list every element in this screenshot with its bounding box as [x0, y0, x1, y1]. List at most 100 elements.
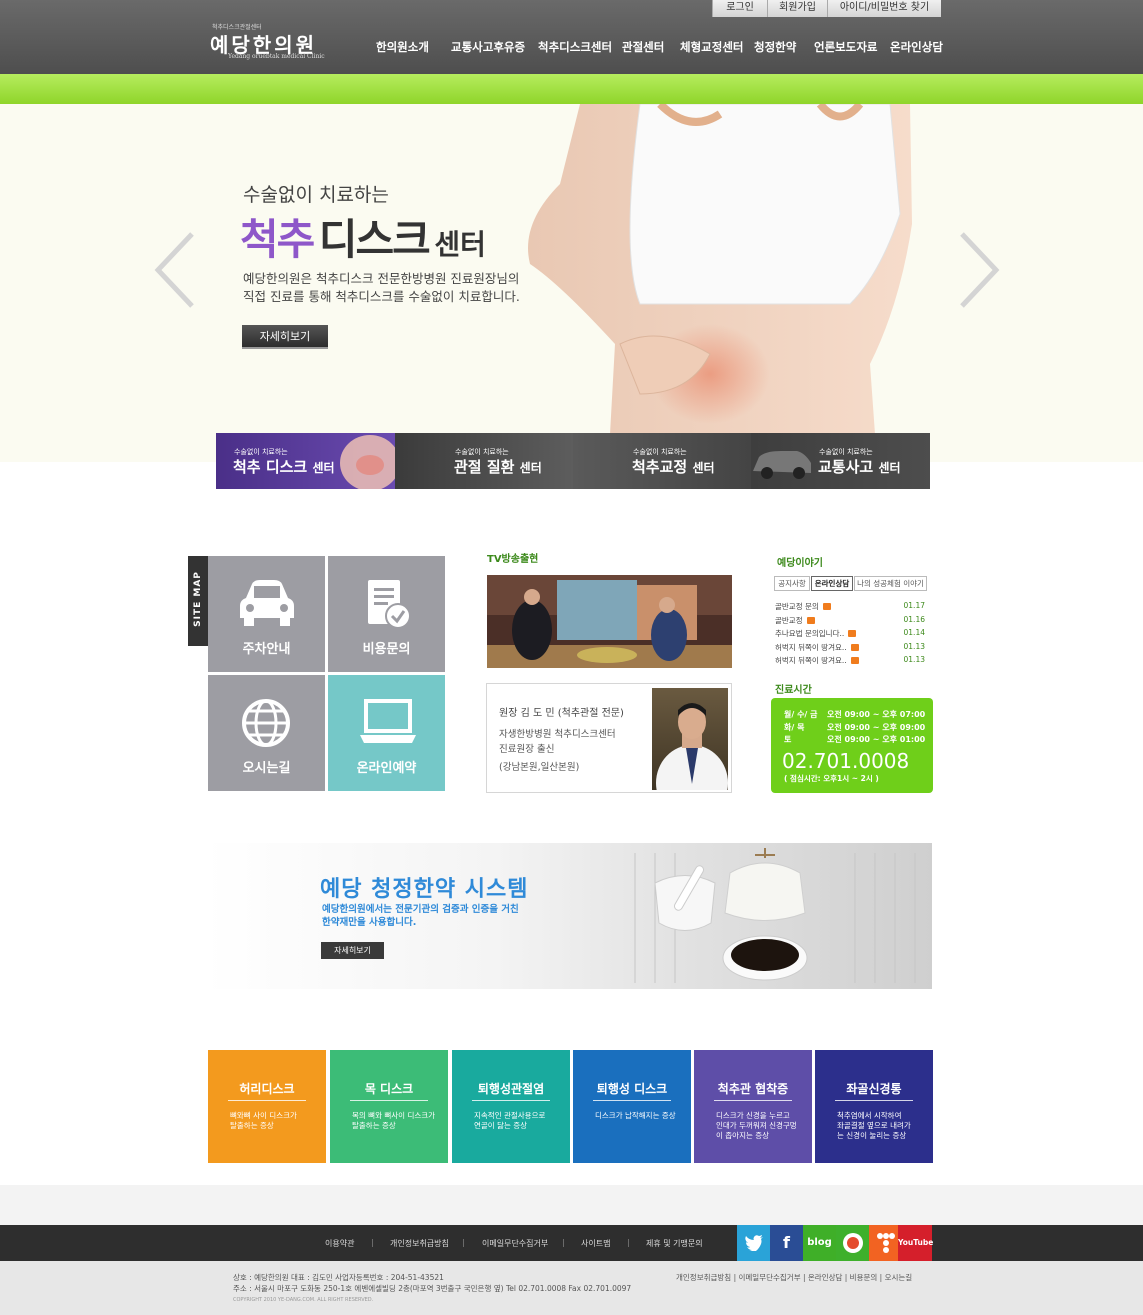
tab-notice[interactable]: 공지사항	[774, 576, 810, 591]
center-tab-traffic[interactable]: 수술없이 치료하는 교통사고 센터	[751, 433, 930, 489]
disease-degenerative-disc[interactable]: 퇴행성 디스크 디스크가 납작해지는 증상	[573, 1050, 691, 1163]
center-tab-title-text: 척추 디스크	[233, 458, 308, 476]
footer-link-sitemap[interactable]: 사이트맵	[581, 1238, 610, 1249]
office-hours-box: 월/ 수/ 금 오전 09:00 ~ 오후 07:00 화/ 목 오전 09:00 …	[771, 698, 933, 793]
list-item[interactable]: 골반교정 문의 01.17	[775, 600, 925, 614]
hours-time: 오전 09:00 ~ 오후 07:00	[827, 710, 926, 719]
disease-title: 척추관 협착증	[717, 1082, 789, 1096]
model-back-image	[528, 104, 912, 462]
hours-day: 토	[784, 735, 792, 744]
center-tab-title: 척추 디스크 센터	[233, 456, 335, 477]
login-link[interactable]: 로그인	[712, 0, 767, 17]
tile-cost[interactable]: 비용문의	[328, 556, 445, 672]
copyright: COPYRIGHT 2010 YE-DANG.COM. ALL RIGHT RE…	[233, 1297, 374, 1303]
disease-arthritis[interactable]: 퇴행성관절염 지속적인 관절사용으로 연골이 닳는 증상	[452, 1050, 570, 1163]
nav-item-joint[interactable]: 관절센터	[622, 39, 664, 55]
footer-link-privacy[interactable]: 개인정보취급방침	[390, 1238, 449, 1249]
utility-menu: 로그인 회원가입 아이디/비밀번호 찾기	[712, 0, 941, 17]
hero-desc-line-2: 직접 진료를 통해 척추디스크를 수술없이 치료합니다.	[243, 289, 520, 304]
center-tab-suffix: 센터	[692, 461, 715, 475]
disease-sciatica[interactable]: 좌골신경통 척추염에서 시작하여 좌골결절 옆으로 내려가 는 신경이 눌리는 증…	[815, 1050, 933, 1163]
herbal-title: 예당 청정한약 시스템	[320, 877, 529, 902]
list-item[interactable]: 허벅지 뒤쪽이 땅겨요.. 01.13	[775, 641, 925, 655]
company-info: 상호 : 예당한의원 대표 : 김도민 사업자등록번호 : 204-51-435…	[233, 1273, 444, 1282]
youtube-icon[interactable]: YouTube	[898, 1225, 933, 1261]
tile-label: 비용문의	[362, 642, 411, 657]
center-tab-spine[interactable]: 수술없이 치료하는 척추 디스크 센터	[216, 433, 395, 489]
nav-item-posture[interactable]: 체형교정센터	[680, 39, 743, 55]
nav-item-consult[interactable]: 온라인상담	[890, 39, 943, 55]
nav-item-herbal[interactable]: 청정한약	[754, 39, 796, 55]
nav-item-intro[interactable]: 한의원소개	[376, 39, 429, 55]
doctor-career-line-2: 진료원장 출신	[499, 744, 555, 755]
nav-item-spine[interactable]: 척추디스크센터	[538, 39, 612, 55]
nav-item-traffic[interactable]: 교통사고후유증	[451, 39, 525, 55]
disease-title: 좌골신경통	[846, 1082, 902, 1096]
story-section-title: 예당이야기	[777, 558, 823, 569]
tile-label: 주차안내	[242, 642, 291, 657]
phone-number[interactable]: 02.701.0008	[782, 749, 909, 773]
tile-reservation[interactable]: 온라인예약	[328, 675, 445, 791]
footer-bar	[0, 1225, 1143, 1261]
doctor-branch: (강남본원,일산본원)	[499, 762, 580, 773]
center-tab-title-text: 관절 질환	[454, 458, 515, 476]
header: 척추디스크관절센터 예당한의원 Yedang oruebtak medical …	[0, 0, 1143, 74]
list-item-title: 허벅지 뒤쪽이 땅겨요..	[775, 642, 847, 652]
tab-success-story[interactable]: 나의 성공체험 이야기	[854, 576, 927, 591]
reply-badge-icon	[848, 630, 857, 637]
next-arrow-icon[interactable]	[956, 230, 1002, 310]
globe-icon	[242, 699, 290, 747]
hero-desc-line-1: 예당한의원은 척추디스크 전문한방병원 진료원장님의	[243, 271, 520, 286]
yozm-logo-icon	[876, 1233, 895, 1253]
tv-appearance-image[interactable]	[487, 575, 732, 668]
center-tab-suffix: 센터	[312, 461, 335, 475]
twitter-icon[interactable]	[737, 1225, 770, 1261]
disease-desc: 뼈와뼈 사이 디스크가 탈출하는 증상	[230, 1111, 297, 1130]
me2day-icon[interactable]	[836, 1225, 869, 1261]
tile-label: 온라인예약	[356, 761, 417, 776]
list-item[interactable]: 허벅지 뒤쪽이 땅겨요.. 01.13	[775, 654, 925, 668]
disease-lumbar-disc[interactable]: 허리디스크 뼈와뼈 사이 디스크가 탈출하는 증상	[208, 1050, 326, 1163]
disease-neck-disc[interactable]: 목 디스크 목의 뼈와 뼈사이 디스크가 탈출하는 증상	[330, 1050, 448, 1163]
facebook-icon[interactable]: f	[770, 1225, 803, 1261]
car-icon	[240, 580, 294, 626]
center-tabs: 수술없이 치료하는 척추 디스크 센터 수술없이 치료하는 관절 질환 센터 수…	[216, 433, 930, 489]
list-item-date: 01.14	[903, 628, 925, 637]
tv-scene-image	[487, 575, 732, 668]
center-tab-joint[interactable]: 수술없이 치료하는 관절 질환 센터	[395, 433, 573, 489]
footer-link-email[interactable]: 이메일무단수집거부	[482, 1238, 548, 1249]
divider	[593, 1100, 671, 1101]
sitemap-tag-label: SITE MAP	[193, 571, 203, 627]
center-tab-posture[interactable]: 수술없이 치료하는 척추교정 센터	[573, 433, 751, 489]
logo-english: Yedang oruebtak medical Clinic	[228, 53, 325, 60]
reply-badge-icon	[822, 603, 831, 610]
herbal-bowls-image	[634, 848, 916, 983]
center-tab-title-text: 척추교정	[632, 458, 688, 476]
footer-right-links[interactable]: 개인정보취급방침 | 이메일무단수집거부 | 온라인상담 | 비용문의 | 오시…	[676, 1272, 912, 1283]
footer-link-partner[interactable]: 제휴 및 기맹문의	[646, 1238, 703, 1249]
sitemap-tag[interactable]: SITE MAP	[188, 556, 208, 646]
footer-link-terms[interactable]: 이용약관	[325, 1238, 354, 1249]
list-item[interactable]: 추나요법 문의입니다.. 01.14	[775, 627, 925, 641]
tile-directions[interactable]: 오시는길	[208, 675, 325, 791]
center-tab-title: 척추교정 센터	[632, 456, 715, 477]
nav-item-press[interactable]: 언론보도자료	[814, 39, 877, 55]
document-check-icon	[368, 580, 411, 629]
tile-parking[interactable]: 주차안내	[208, 556, 325, 672]
green-divider	[0, 74, 1143, 104]
prev-arrow-icon[interactable]	[152, 230, 198, 310]
disease-stenosis[interactable]: 척추관 협착증 디스크가 신경을 누르고 인대가 두꺼워져 신경구멍 이 좁아지는…	[694, 1050, 812, 1163]
hero-title-disc: 디스크	[318, 215, 431, 264]
reply-badge-icon	[850, 657, 859, 664]
find-account-link[interactable]: 아이디/비밀번호 찾기	[827, 0, 941, 17]
doctor-portrait-image	[656, 703, 728, 790]
list-item-title: 골반교정 문의	[775, 602, 819, 611]
tab-online-consult[interactable]: 온라인상담	[811, 576, 853, 591]
herbal-detail-button[interactable]: 자세히보기	[321, 942, 384, 959]
join-link[interactable]: 회원가입	[767, 0, 827, 17]
hero-title: 척추 디스크 센터	[240, 206, 486, 267]
hero-detail-button[interactable]: 자세히보기	[242, 325, 328, 349]
blog-icon[interactable]: blog	[803, 1225, 836, 1261]
hours-time: 오전 09:00 ~ 오후 01:00	[827, 735, 926, 744]
list-item[interactable]: 골반교정 01.16	[775, 614, 925, 628]
